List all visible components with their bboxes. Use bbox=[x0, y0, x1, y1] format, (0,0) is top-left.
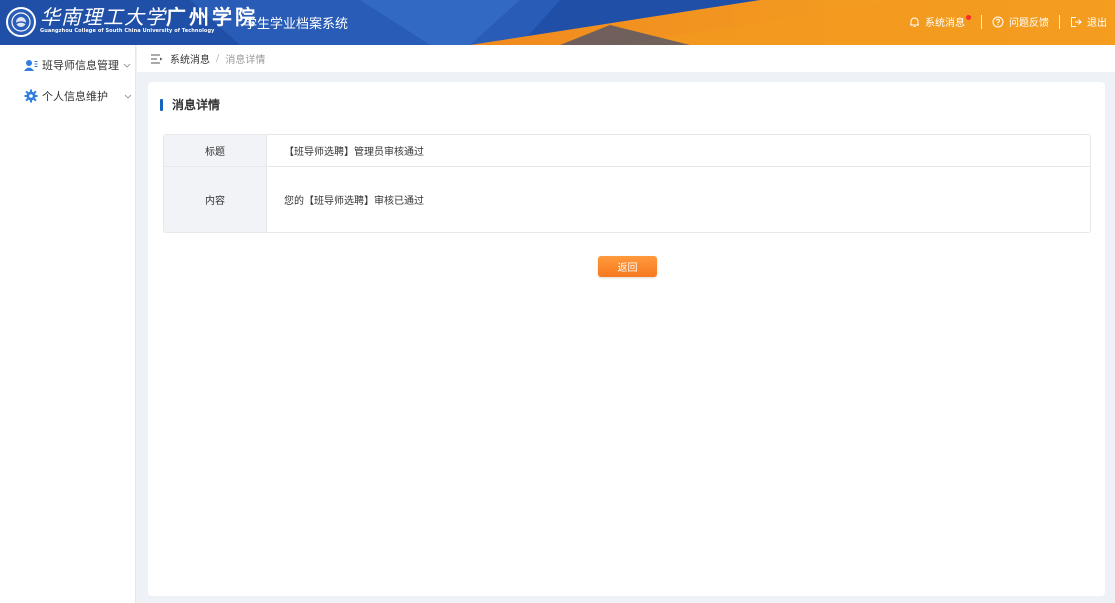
breadcrumb-separator: / bbox=[216, 53, 220, 64]
title-accent-bar bbox=[160, 98, 163, 111]
table-row: 内容 您的【班导师选聘】审核已通过 bbox=[164, 167, 1090, 232]
page-title: 消息详情 bbox=[160, 96, 220, 113]
logout-link[interactable]: 退出 bbox=[1070, 14, 1107, 29]
sidebar-item-personal-info[interactable]: 个人信息维护 bbox=[0, 85, 135, 107]
system-messages-link[interactable]: 系统消息 bbox=[909, 14, 971, 29]
bell-icon bbox=[909, 16, 920, 28]
detail-table: 标题 【班导师选聘】管理员审核通过 内容 您的【班导师选聘】审核已通过 bbox=[163, 134, 1091, 233]
sidebar-item-label: 班导师信息管理 bbox=[42, 59, 119, 72]
message-detail-card: 消息详情 标题 【班导师选聘】管理员审核通过 内容 您的【班导师选聘】审核已通过… bbox=[148, 82, 1105, 596]
page-title-text: 消息详情 bbox=[172, 98, 221, 112]
chevron-down-icon bbox=[123, 63, 131, 68]
school-logo[interactable]: 华南理工大学广州学院 Guangzhou College of South Ch… bbox=[6, 4, 258, 42]
breadcrumb-parent[interactable]: 系统消息 bbox=[170, 51, 210, 66]
sidebar-item-tutor-management[interactable]: 班导师信息管理 bbox=[0, 54, 135, 76]
header-actions: 系统消息 问题反馈 退出 bbox=[909, 14, 1107, 29]
table-row: 标题 【班导师选聘】管理员审核通过 bbox=[164, 135, 1090, 167]
header-divider bbox=[981, 14, 982, 29]
sidebar-item-label: 个人信息维护 bbox=[42, 90, 108, 103]
field-label-content: 内容 bbox=[164, 167, 267, 232]
breadcrumb: 系统消息 / 消息详情 bbox=[137, 45, 1115, 72]
chevron-down-icon bbox=[124, 94, 132, 99]
sidebar: 班导师信息管理 个人信息维护 bbox=[0, 45, 136, 603]
user-group-icon bbox=[24, 58, 38, 72]
logo-chinese-name: 华南理工大学广州学院 bbox=[40, 5, 258, 29]
logout-label: 退出 bbox=[1087, 18, 1107, 29]
help-circle-icon bbox=[992, 16, 1004, 28]
breadcrumb-current: 消息详情 bbox=[225, 55, 266, 66]
school-emblem-icon bbox=[6, 7, 36, 37]
unread-dot bbox=[966, 15, 971, 20]
system-messages-label: 系统消息 bbox=[925, 18, 965, 29]
feedback-label: 问题反馈 bbox=[1009, 18, 1049, 29]
back-button[interactable]: 返回 bbox=[598, 256, 657, 277]
logout-icon bbox=[1070, 16, 1082, 28]
feedback-link[interactable]: 问题反馈 bbox=[992, 14, 1049, 29]
gear-icon bbox=[24, 89, 38, 103]
collapse-menu-icon[interactable] bbox=[151, 54, 164, 64]
header-divider bbox=[1059, 14, 1060, 29]
system-title: 学生学业档案系统 bbox=[244, 17, 349, 32]
top-header: 华南理工大学广州学院 Guangzhou College of South Ch… bbox=[0, 0, 1115, 45]
field-label-title: 标题 bbox=[164, 135, 267, 166]
field-value-content: 您的【班导师选聘】审核已通过 bbox=[284, 196, 424, 207]
field-value-title: 【班导师选聘】管理员审核通过 bbox=[284, 147, 424, 158]
